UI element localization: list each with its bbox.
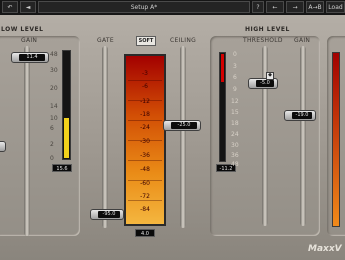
gr-scale-label: -72: [140, 193, 150, 200]
high-level-meter-fill: [221, 54, 224, 82]
output-meter: [332, 52, 340, 227]
high-scale-tick: 36: [231, 152, 239, 159]
gr-tick: [128, 120, 162, 121]
gr-scale-label: -12: [140, 98, 150, 105]
low-scale-tick: 14: [50, 103, 58, 110]
gr-scale-label: -30: [140, 138, 150, 145]
low-gain-slider-track[interactable]: [24, 46, 30, 236]
low-scale-tick: 10: [50, 115, 58, 122]
high-gain-slider-knob[interactable]: -19.0: [284, 110, 316, 121]
gr-tick: [128, 160, 162, 161]
gr-scale-label: -6: [142, 83, 148, 90]
high-level-meter: [219, 52, 226, 162]
gain-reduction-meter: -3 -6 -12 -18 -24 -30 -36 -48 -60 -72 -8…: [124, 54, 166, 226]
low-scale-tick: 0: [50, 155, 54, 162]
high-scale-tick: 6: [233, 74, 237, 81]
undo-arrow-button[interactable]: ←: [266, 1, 284, 13]
gr-scale-label: -24: [140, 124, 150, 131]
gr-scale-label: -36: [140, 152, 150, 159]
gate-slider-knob[interactable]: -95.0: [90, 209, 124, 220]
load-button[interactable]: Load: [326, 1, 345, 13]
high-scale-tick: 18: [231, 120, 239, 127]
high-gain-label: GAIN: [294, 37, 311, 44]
low-level-meter: [62, 50, 71, 160]
low-scale-tick: 2: [50, 141, 54, 148]
ceiling-slider-track[interactable]: [180, 46, 186, 228]
setup-name-display[interactable]: Setup A*: [38, 1, 250, 13]
soft-button[interactable]: SOFT: [136, 36, 156, 46]
high-scale-tick: 12: [231, 98, 239, 105]
gr-tick: [128, 80, 162, 81]
ab-compare-button[interactable]: A→B: [306, 1, 324, 13]
gate-slider-track[interactable]: [102, 46, 108, 228]
toolbar: ↶ ◄ Setup A* ? ← → A→B Load: [0, 0, 345, 15]
low-gain-label: GAIN: [21, 37, 38, 44]
gr-scale-label: -48: [140, 166, 150, 173]
brand-logo: MaxxV: [308, 244, 342, 254]
high-scale-tick: 48: [231, 161, 239, 168]
low-scale-tick: 20: [50, 85, 58, 92]
gate-value: -95.0: [98, 211, 120, 218]
gr-scale-label: -84: [140, 206, 150, 213]
high-scale-tick: 30: [231, 142, 239, 149]
high-scale-tick: 9: [233, 86, 237, 93]
gr-scale-label: -3: [142, 70, 148, 77]
ceiling-slider-knob[interactable]: -25.0: [163, 120, 201, 131]
prev-preset-button[interactable]: ◄: [20, 1, 36, 13]
high-scale-tick: 3: [233, 63, 237, 70]
redo-arrow-button[interactable]: →: [286, 1, 304, 13]
threshold-value: -5.0: [256, 80, 274, 87]
gr-scale-label: -18: [140, 111, 150, 118]
gain-reduction-readout: 4.0: [135, 229, 155, 237]
ceiling-label: CEILING: [170, 37, 197, 44]
threshold-label: THRESHOLD: [243, 37, 283, 44]
high-scale-tick: 15: [231, 109, 239, 116]
high-gain-value: -19.0: [292, 112, 312, 119]
gr-scale-label: -60: [140, 180, 150, 187]
low-gain-slider-knob[interactable]: 11.4: [11, 52, 49, 63]
low-level-title: LOW LEVEL: [1, 26, 44, 33]
low-scale-tick: 6: [50, 125, 54, 132]
high-level-title: HIGH LEVEL: [245, 26, 290, 33]
low-level-meter-fill: [64, 118, 69, 158]
low-scale-tick: 48: [50, 51, 58, 58]
low-level-readout: 15.6: [52, 164, 72, 172]
high-scale-tick: 0: [233, 51, 237, 58]
high-scale-tick: 24: [231, 131, 239, 138]
undo-button[interactable]: ↶: [2, 1, 18, 13]
gr-tick: [128, 200, 162, 201]
high-gain-slider-track[interactable]: [300, 46, 306, 226]
gate-label: GATE: [97, 37, 114, 44]
low-left-slider-knob[interactable]: [0, 141, 6, 152]
help-button[interactable]: ?: [252, 1, 264, 13]
low-gain-value: 11.4: [19, 54, 45, 61]
low-scale-tick: 30: [50, 67, 58, 74]
threshold-link-icon[interactable]: ◆: [266, 72, 274, 80]
ceiling-value: -25.0: [171, 122, 197, 129]
